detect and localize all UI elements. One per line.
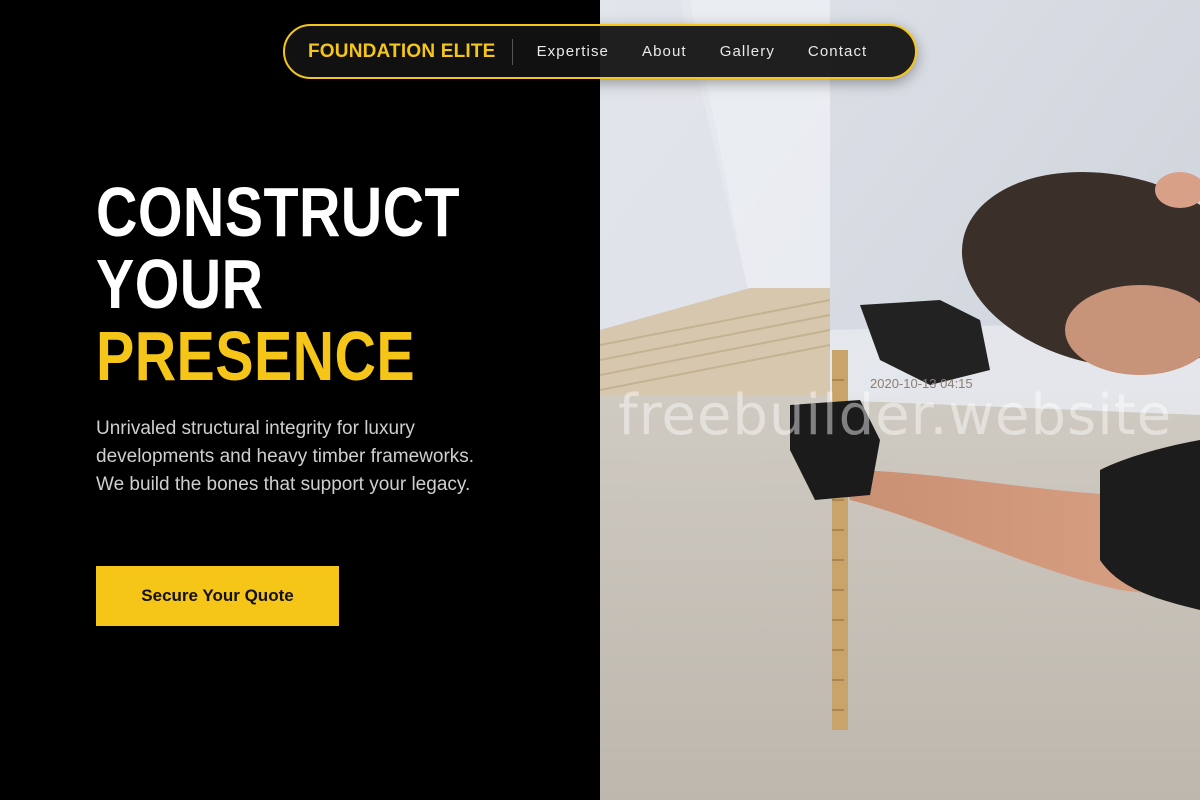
hero-title-line-1: CONSTRUCT: [96, 173, 461, 251]
brand-logo[interactable]: FOUNDATION ELITE: [308, 41, 496, 63]
nav-link-gallery[interactable]: Gallery: [720, 43, 775, 60]
top-navbar: FOUNDATION ELITE Expertise About Gallery…: [283, 24, 917, 79]
nav-links: Expertise About Gallery Contact: [537, 43, 868, 60]
nav-divider: [511, 38, 513, 65]
nav-link-about[interactable]: About: [642, 43, 687, 60]
hero-title: CONSTRUCT YOUR PRESENCE: [96, 176, 481, 392]
secure-quote-button[interactable]: Secure Your Quote: [96, 566, 339, 626]
nav-link-expertise[interactable]: Expertise: [537, 43, 609, 60]
hero-photo: 2020-10-13 04:15: [600, 0, 1200, 800]
nav-link-contact[interactable]: Contact: [808, 43, 867, 60]
panel-stamp: 2020-10-13 04:15: [870, 376, 973, 391]
hero-description: Unrivaled structural integrity for luxur…: [96, 418, 475, 495]
hero-title-line-3: PRESENCE: [96, 317, 416, 395]
hero-title-line-2: YOUR: [96, 245, 264, 323]
hero-left-panel: [0, 0, 600, 800]
